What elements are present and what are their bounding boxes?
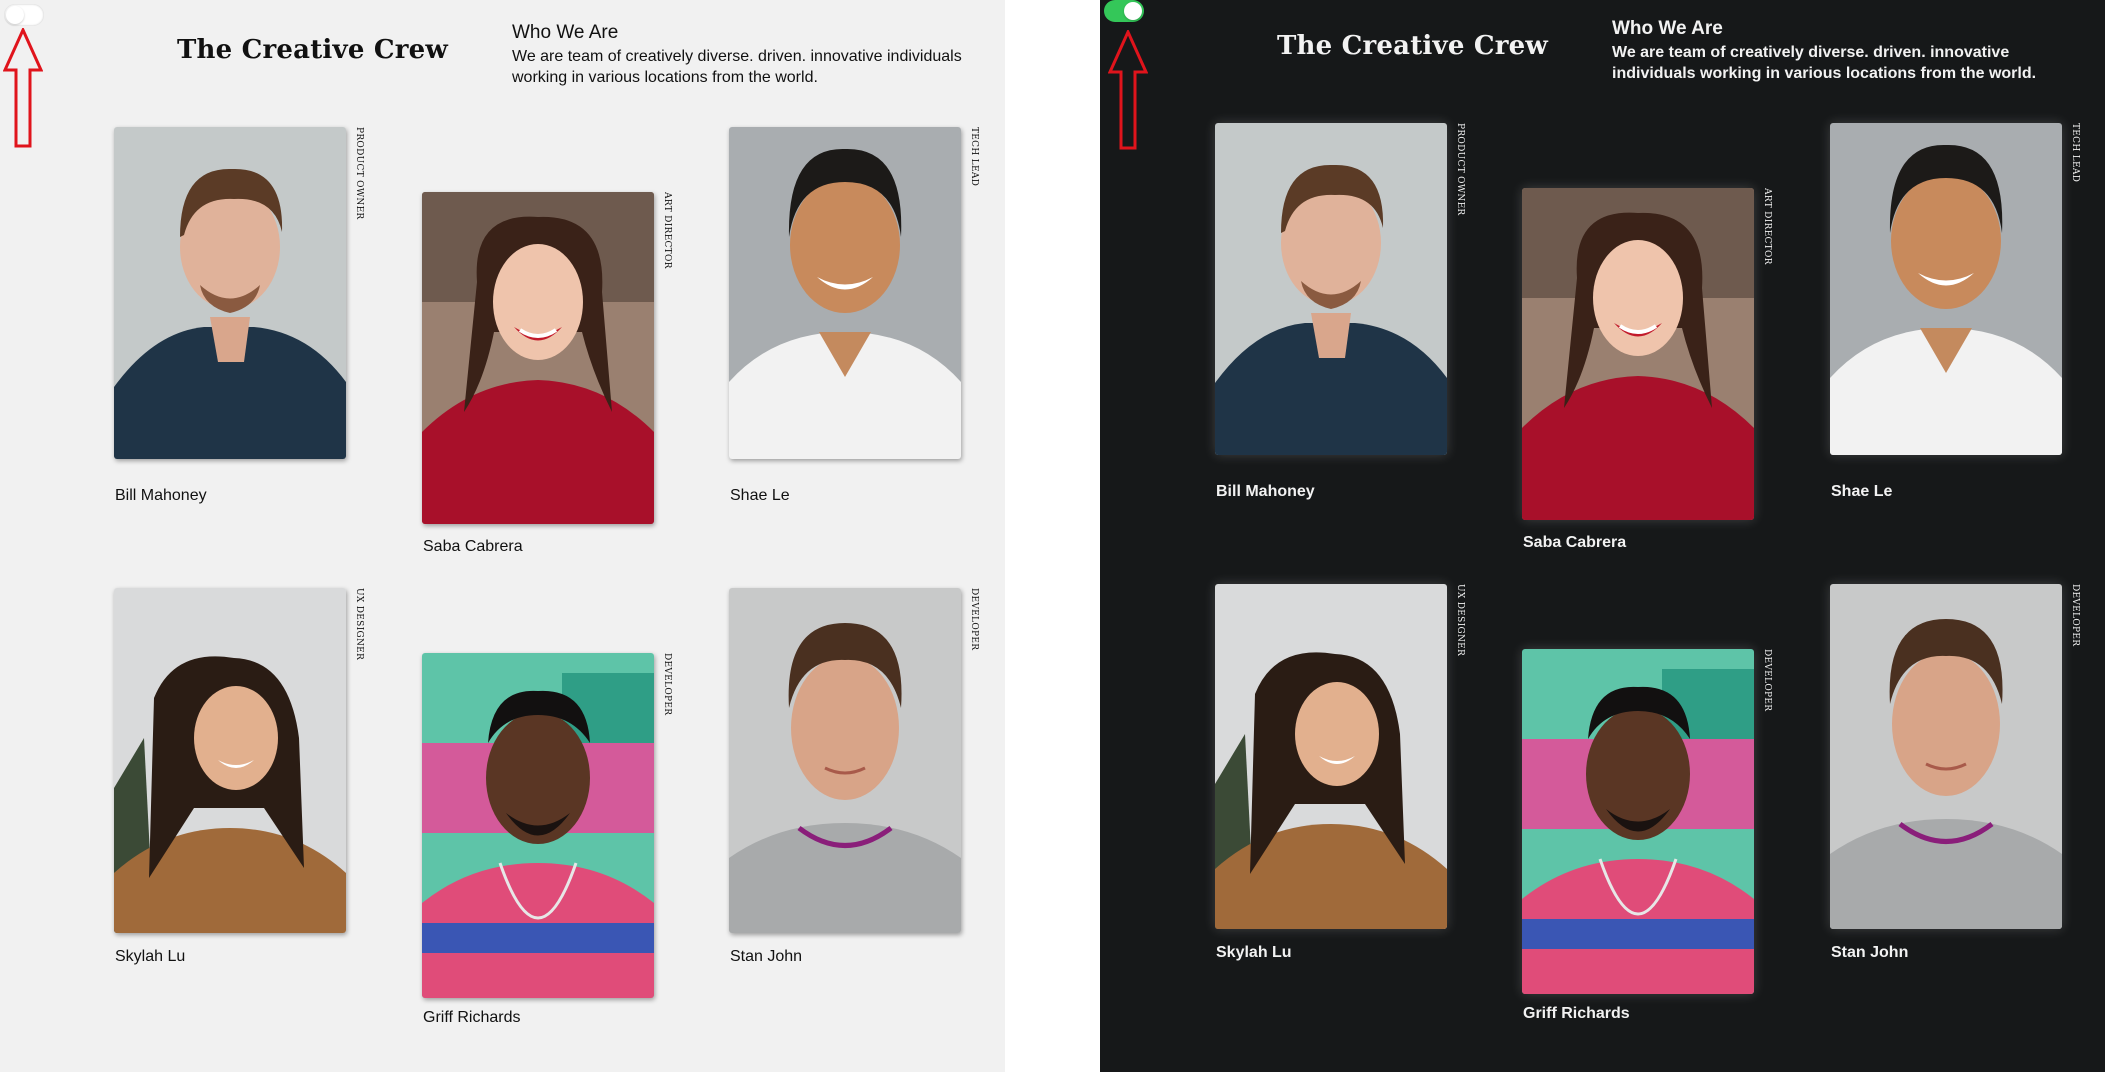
dark-theme-page: The Creative Crew Who We Are We are team… [1100,0,2105,1072]
member-photo [729,588,961,933]
team-card[interactable]: DEVELOPER Stan John [1830,584,2080,961]
member-photo [114,127,346,459]
portrait-image [422,653,654,998]
member-role: UX DESIGNER [1455,584,1465,657]
portrait-image [1215,123,1447,455]
member-name: Saba Cabrera [423,538,523,555]
member-role: PRODUCT OWNER [354,127,364,220]
about-heading: Who We Are [1612,18,1723,39]
up-arrow-icon [3,28,43,148]
member-photo [1830,584,2062,929]
member-name: Griff Richards [423,1009,521,1026]
member-photo [422,653,654,998]
team-card[interactable]: UX DESIGNER Skylah Lu [114,588,364,965]
member-role: DEVELOPER [1762,649,1772,712]
up-arrow-icon [1108,30,1148,150]
portrait-image [1830,123,2062,455]
portrait-image [422,192,654,524]
member-role: DEVELOPER [2070,584,2080,647]
portrait-image [1830,584,2062,929]
portrait-image [1522,649,1754,994]
portrait-image [729,127,961,459]
page-title: The Creative Crew [1277,31,1548,61]
team-card[interactable]: DEVELOPER Griff Richards [1522,649,1772,1022]
member-name: Skylah Lu [115,948,186,965]
about-section: Who We Are We are team of creatively div… [512,22,982,88]
member-photo [1215,584,1447,929]
member-photo [422,192,654,524]
member-role: TECH LEAD [2070,123,2080,183]
member-photo [114,588,346,933]
member-name: Stan John [730,948,803,965]
portrait-image [729,588,961,933]
team-card[interactable]: ART DIRECTOR Saba Cabrera [1522,188,1772,551]
team-card[interactable]: PRODUCT OWNER Bill Mahoney [1215,123,1465,500]
portrait-image [114,588,346,933]
team-card[interactable]: UX DESIGNER Skylah Lu [1215,584,1465,961]
member-name: Skylah Lu [1216,944,1292,961]
about-heading: Who We Are [512,22,619,43]
about-text: We are team of creatively diverse. drive… [512,48,962,86]
member-name: Shae Le [730,487,790,504]
member-name: Bill Mahoney [1216,483,1315,500]
member-role: TECH LEAD [969,127,979,187]
member-role: DEVELOPER [662,653,672,716]
member-photo [1522,649,1754,994]
about-text: We are team of creatively diverse. drive… [1612,44,2037,82]
page-title: The Creative Crew [177,35,448,65]
comparison-canvas: The Creative Crew Who We Are We are team… [0,0,2108,1072]
portrait-image [1522,188,1754,520]
portrait-image [1215,584,1447,929]
about-section: Who We Are We are team of creatively div… [1612,18,2082,84]
member-role: DEVELOPER [969,588,979,651]
toggle-knob[interactable] [1124,2,1142,20]
member-role: ART DIRECTOR [1762,188,1772,265]
toggle-knob[interactable] [6,6,24,24]
member-photo [1215,123,1447,455]
member-role: PRODUCT OWNER [1455,123,1465,216]
member-photo [1830,123,2062,455]
team-card[interactable]: PRODUCT OWNER Bill Mahoney [114,127,364,504]
team-card[interactable]: TECH LEAD Shae Le [729,127,979,504]
theme-toggle-off[interactable] [4,4,44,26]
team-card[interactable]: ART DIRECTOR Saba Cabrera [422,192,672,555]
theme-toggle-on[interactable] [1104,0,1144,22]
member-role: ART DIRECTOR [662,192,672,269]
member-photo [1522,188,1754,520]
member-name: Bill Mahoney [115,487,207,504]
member-photo [729,127,961,459]
member-name: Saba Cabrera [1523,534,1627,551]
team-card[interactable]: DEVELOPER Griff Richards [422,653,672,1026]
member-role: UX DESIGNER [354,588,364,661]
member-name: Griff Richards [1523,1005,1630,1022]
member-name: Shae Le [1831,483,1893,500]
team-card[interactable]: DEVELOPER Stan John [729,588,979,965]
light-theme-page: The Creative Crew Who We Are We are team… [0,0,1005,1072]
member-name: Stan John [1831,944,1909,961]
portrait-image [114,127,346,459]
team-card[interactable]: TECH LEAD Shae Le [1830,123,2080,500]
